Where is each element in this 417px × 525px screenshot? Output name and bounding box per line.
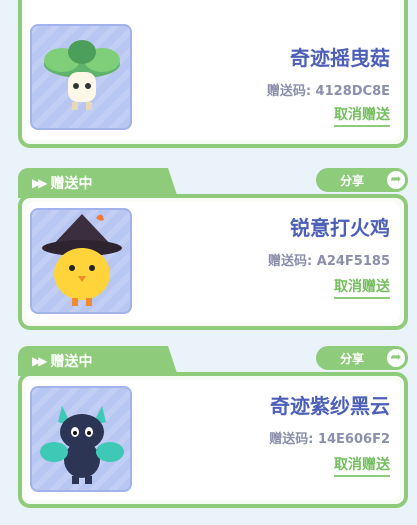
cancel-gift-link[interactable]: 取消赠送 <box>334 104 390 127</box>
pet-name: 奇迹摇曳菇 <box>290 46 390 70</box>
chick-pet-icon <box>42 214 122 306</box>
gift-code: 赠送码: 4128DC8E <box>266 84 390 99</box>
cancel-gift-link[interactable]: 取消赠送 <box>334 276 390 299</box>
card-frame: 奇迹紫纱黑云 赠送码: 14E606F2 取消赠送 <box>18 372 408 508</box>
pet-name: 锐意打火鸡 <box>290 216 390 240</box>
fast-forward-icon: ▶▶ <box>32 354 48 368</box>
pet-thumbnail[interactable] <box>30 386 132 492</box>
pet-name: 奇迹紫纱黑云 <box>270 394 390 418</box>
mushroom-pet-icon <box>44 40 120 110</box>
status-label: 赠送中 <box>50 354 93 370</box>
share-button[interactable]: 分享 ➦ <box>316 346 408 370</box>
cancel-gift-link[interactable]: 取消赠送 <box>334 454 390 477</box>
share-button[interactable]: 分享 ➦ <box>316 168 408 192</box>
pet-thumbnail[interactable] <box>30 208 132 314</box>
card-frame: 锐意打火鸡 赠送码: A24F5185 取消赠送 <box>18 194 408 330</box>
dark-cloud-pet-icon <box>40 406 124 484</box>
share-label: 分享 <box>340 173 365 188</box>
card-frame: 奇迹摇曳菇 赠送码: 4128DC8E 取消赠送 <box>18 0 408 148</box>
pet-thumbnail[interactable] <box>30 24 132 130</box>
share-arrow-icon: ➦ <box>384 346 408 370</box>
share-arrow-icon: ➦ <box>384 168 408 192</box>
fast-forward-icon: ▶▶ <box>32 176 48 190</box>
gift-code: 赠送码: A24F5185 <box>268 254 390 269</box>
gift-code: 赠送码: 14E606F2 <box>269 432 390 447</box>
status-label: 赠送中 <box>50 176 93 192</box>
share-label: 分享 <box>340 351 365 366</box>
